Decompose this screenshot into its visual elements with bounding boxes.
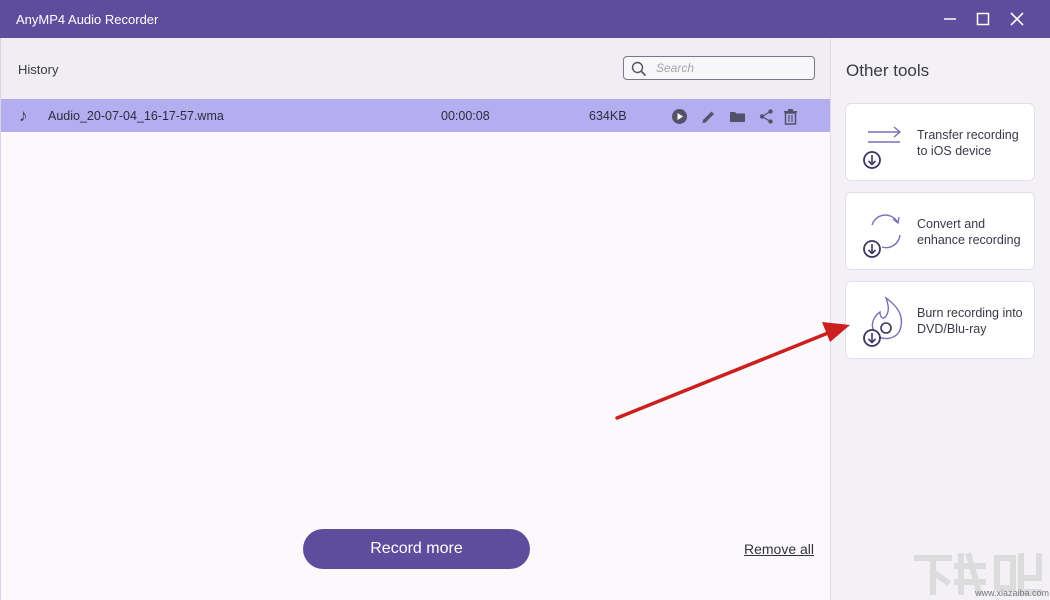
title-bar: AnyMP4 Audio Recorder [0, 0, 1050, 38]
tool-label: Burn recording into DVD/Blu-ray [917, 306, 1023, 336]
history-panel: History ♪ Audio_20-07-04_16-17-57.wma 00… [0, 38, 830, 600]
watermark-text: www.xiazaiba.com [975, 588, 1050, 598]
share-button[interactable] [757, 107, 775, 125]
record-more-button[interactable]: Record more [303, 529, 530, 569]
delete-button[interactable] [781, 107, 799, 125]
tool-convert-enhance[interactable]: Convert and enhance recording [845, 192, 1035, 270]
edit-button[interactable] [699, 107, 717, 125]
tool-burn-dvd[interactable]: Burn recording into DVD/Blu-ray [845, 281, 1035, 359]
recording-duration: 00:00:08 [441, 109, 490, 123]
share-icon [759, 108, 773, 124]
convert-icon [863, 214, 901, 258]
close-button[interactable] [1005, 7, 1029, 31]
maximize-icon [976, 12, 990, 26]
recording-size: 634KB [589, 109, 627, 123]
tool-label: Transfer recording to iOS device [917, 128, 1019, 158]
music-note-icon: ♪ [19, 106, 28, 125]
open-folder-button[interactable] [728, 107, 746, 125]
play-icon [671, 108, 687, 124]
search-input[interactable] [656, 60, 806, 76]
search-icon [631, 61, 647, 77]
history-row[interactable]: ♪ Audio_20-07-04_16-17-57.wma 00:00:08 6… [1, 99, 830, 132]
remove-all-link[interactable]: Remove all [744, 541, 814, 557]
history-header: History [1, 38, 830, 99]
search-box[interactable] [623, 56, 815, 80]
other-tools-panel: Other tools Transfer recording to iOS de… [830, 38, 1050, 600]
maximize-button[interactable] [971, 7, 995, 31]
close-icon [1010, 12, 1024, 26]
minimize-icon [944, 18, 956, 20]
play-button[interactable] [670, 107, 688, 125]
transfer-icon [863, 126, 902, 169]
minimize-button[interactable] [938, 7, 962, 31]
burn-icon [863, 296, 903, 347]
other-tools-title: Other tools [846, 61, 930, 80]
recording-filename: Audio_20-07-04_16-17-57.wma [48, 109, 224, 123]
folder-icon [729, 111, 745, 122]
history-label: History [18, 62, 59, 77]
tool-label: Convert and enhance recording [917, 217, 1021, 247]
trash-icon [783, 108, 797, 125]
window-title: AnyMP4 Audio Recorder [16, 12, 159, 27]
tool-transfer-ios[interactable]: Transfer recording to iOS device [845, 103, 1035, 181]
pencil-icon [702, 111, 714, 123]
